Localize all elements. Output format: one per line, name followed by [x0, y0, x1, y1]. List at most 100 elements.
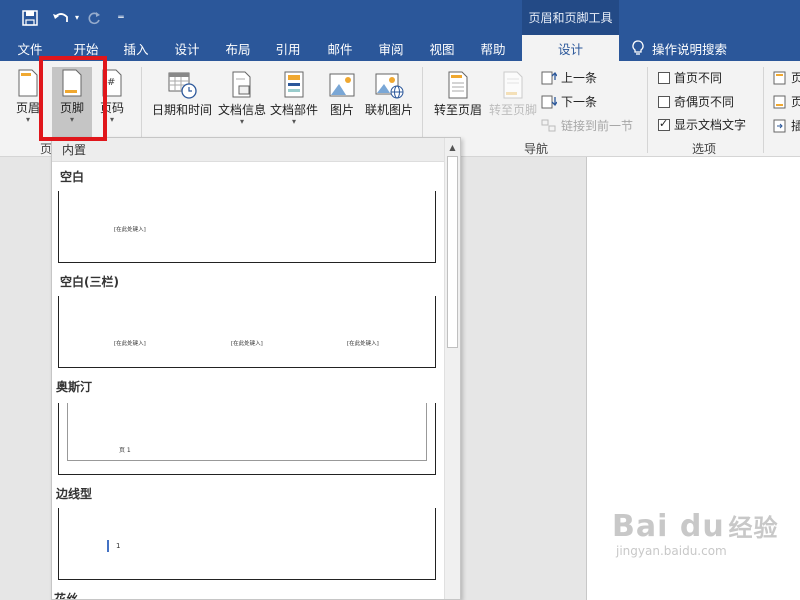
- insert-alignment-tab[interactable]: 插: [773, 117, 800, 134]
- online-picture-label: 联机图片: [364, 103, 413, 117]
- doc-info-button[interactable]: 文档信息 ▾: [216, 71, 268, 126]
- highlight-box: [39, 56, 107, 141]
- option-odd-even-label: 奇偶页不同: [674, 95, 735, 109]
- goto-footer-button[interactable]: 转至页脚: [486, 71, 540, 118]
- sideline-bar: [107, 540, 109, 552]
- header-position-icon: [773, 71, 786, 84]
- tab-view[interactable]: 视图: [420, 35, 464, 61]
- watermark-logo-cn: 经验: [728, 514, 779, 542]
- goto-footer-icon: [503, 71, 523, 99]
- goto-header-button[interactable]: 转至页眉: [430, 71, 486, 118]
- quick-parts-button[interactable]: 文档部件 ▾: [268, 71, 320, 126]
- next-section-icon: [541, 95, 557, 108]
- gallery-section-header: 内置: [52, 138, 460, 162]
- link-to-previous-button[interactable]: 链接到前一节: [541, 117, 633, 134]
- checkbox-first-page[interactable]: [658, 71, 670, 84]
- option-show-doc-text[interactable]: 显示文档文字: [658, 116, 746, 133]
- group-label-options: 选项: [692, 142, 717, 156]
- doc-info-icon: [232, 71, 251, 98]
- header-from-top-label: 页: [791, 71, 800, 85]
- group-label-navigation: 导航: [524, 142, 549, 156]
- gallery-item-blank-three-column[interactable]: [在此处键入] [在此处键入] [在此处键入]: [58, 296, 436, 368]
- tab-references[interactable]: 引用: [266, 35, 310, 61]
- placeholder-text: [在此处键入]: [231, 341, 263, 347]
- chevron-down-icon: ▾: [291, 117, 296, 126]
- header-label: 页眉: [15, 101, 40, 115]
- quick-parts-label: 文档部件: [269, 103, 318, 117]
- footer-from-bottom[interactable]: 页: [773, 93, 800, 110]
- gallery-item-austin[interactable]: 页 1: [58, 403, 436, 475]
- tell-me-label: 操作说明搜索: [652, 41, 728, 57]
- footer-position-icon: [773, 95, 786, 108]
- watermark: Bai du 经验 jingyan.baidu.com: [612, 508, 779, 558]
- previous-button[interactable]: 上一条: [541, 69, 597, 86]
- scroll-up-icon[interactable]: ▲: [445, 140, 460, 154]
- next-label: 下一条: [561, 95, 598, 109]
- ribbon-divider: [763, 67, 764, 153]
- tab-review[interactable]: 审阅: [369, 35, 413, 61]
- insert-alignment-tab-label: 插: [791, 119, 800, 133]
- tab-hf-design[interactable]: 设计: [522, 35, 619, 61]
- goto-header-label: 转至页眉: [433, 103, 482, 117]
- footer-gallery-dropdown: 内置 空白 [在此处键入] 空白(三栏) [在此处键入] [在此处键入] [在此…: [51, 137, 461, 600]
- alignment-tab-icon: [773, 119, 786, 132]
- header-from-top[interactable]: 页: [773, 69, 800, 86]
- online-picture-button[interactable]: 联机图片: [362, 71, 416, 118]
- scrollbar-thumb[interactable]: [447, 156, 458, 348]
- tell-me-search[interactable]: 操作说明搜索: [632, 35, 727, 61]
- checkbox-odd-even[interactable]: [658, 95, 670, 108]
- title-bar: ▾ ═ 页眉和页脚工具: [0, 0, 800, 35]
- picture-icon: [329, 73, 355, 97]
- goto-footer-label: 转至页脚: [488, 103, 537, 117]
- lightbulb-icon: [632, 40, 644, 55]
- next-button[interactable]: 下一条: [541, 93, 597, 110]
- option-different-first-page[interactable]: 首页不同: [658, 69, 722, 86]
- chevron-down-icon: ▾: [25, 115, 30, 124]
- save-icon[interactable]: [20, 0, 40, 35]
- checkbox-show-doc-text[interactable]: [658, 117, 670, 131]
- previous-section-icon: [541, 71, 557, 84]
- watermark-url: jingyan.baidu.com: [616, 544, 727, 558]
- customize-qat-icon[interactable]: ═: [114, 0, 128, 35]
- gallery-scrollbar[interactable]: ▲: [444, 138, 460, 599]
- undo-icon[interactable]: [50, 0, 72, 35]
- calendar-clock-icon: [168, 72, 197, 99]
- header-icon: [18, 69, 38, 97]
- gallery-item-title: 花丝: [54, 592, 79, 600]
- online-picture-icon: [375, 73, 404, 99]
- date-time-button[interactable]: 日期和时间: [150, 71, 214, 118]
- tab-layout[interactable]: 布局: [216, 35, 260, 61]
- svg-text:#: #: [107, 77, 115, 88]
- doc-info-label: 文档信息: [217, 103, 266, 117]
- page-number-text: 1: [116, 542, 121, 550]
- placeholder-text: [在此处键入]: [114, 341, 146, 347]
- option-show-doc-text-label: 显示文档文字: [674, 118, 747, 132]
- tab-design[interactable]: 设计: [165, 35, 209, 61]
- watermark-logo: Bai du: [612, 509, 725, 544]
- previous-label: 上一条: [561, 71, 598, 85]
- picture-button[interactable]: 图片: [325, 71, 359, 118]
- chevron-down-icon: ▾: [239, 117, 244, 126]
- gallery-item-title: 奥斯汀: [56, 380, 93, 394]
- tab-help[interactable]: 帮助: [471, 35, 515, 61]
- date-time-label: 日期和时间: [151, 103, 212, 117]
- gallery-item-title: 空白(三栏): [60, 275, 119, 289]
- tab-mailings[interactable]: 邮件: [318, 35, 362, 61]
- gallery-item-title: 空白: [60, 170, 85, 184]
- gallery-item-title: 边线型: [56, 487, 93, 501]
- option-first-page-label: 首页不同: [674, 71, 723, 85]
- goto-header-icon: [448, 71, 468, 99]
- tab-insert[interactable]: 插入: [114, 35, 158, 61]
- header-footer-tools-context: 页眉和页脚工具: [522, 0, 619, 35]
- page-number-text: 页 1: [119, 447, 131, 454]
- option-different-odd-even[interactable]: 奇偶页不同: [658, 93, 734, 110]
- link-to-previous-label: 链接到前一节: [561, 119, 634, 133]
- undo-dropdown-icon[interactable]: ▾: [72, 0, 82, 35]
- redo-icon[interactable]: [84, 0, 104, 35]
- gallery-item-blank[interactable]: [在此处键入]: [58, 191, 436, 263]
- placeholder-text: [在此处键入]: [114, 227, 146, 233]
- quick-parts-icon: [284, 71, 304, 98]
- ribbon-tab-row: 文件 开始 插入 设计 布局 引用 邮件 审阅 视图 帮助 设计 操作说明搜索: [0, 35, 800, 61]
- gallery-item-sideline[interactable]: 1: [58, 508, 436, 580]
- picture-label: 图片: [329, 103, 354, 117]
